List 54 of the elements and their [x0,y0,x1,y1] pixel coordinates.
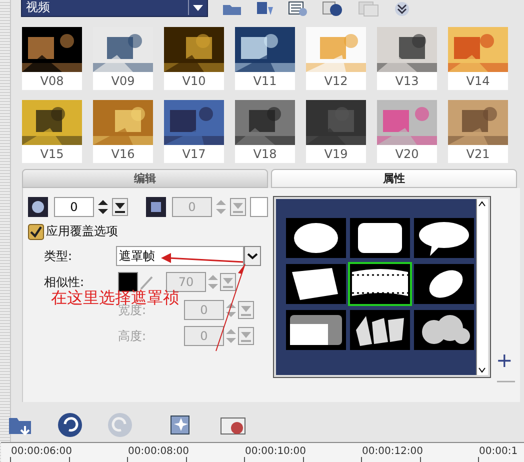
expand-icon[interactable] [394,1,410,17]
clip-label: V10 [164,72,224,90]
timecode-label: 00:00:12:00 [362,446,424,457]
type-select[interactable]: 遮罩帧 [116,246,244,266]
timecode-label: 00:00:1 [479,446,518,457]
shadow-icon[interactable] [146,197,166,217]
clip-label: V15 [22,145,82,163]
border-field[interactable]: 0 [54,197,94,217]
list-view-icon[interactable] [288,1,308,17]
dropdown-icon[interactable] [244,246,261,266]
mask-thumbnail[interactable] [350,310,410,350]
clip-label: V19 [306,145,366,163]
similarity-label: 相似性: [44,274,86,290]
step-down-icon[interactable] [112,198,128,216]
scroll-up-icon[interactable] [477,199,487,209]
color-swatch[interactable] [250,197,268,217]
checkbox[interactable] [28,224,44,240]
clip-label: V11 [235,72,295,90]
zoom-in-button[interactable]: + [496,352,516,368]
type-label: 类型: [44,248,74,264]
timecode-label: 00:00:10:00 [245,446,306,457]
resize-handle[interactable] [0,0,11,462]
scrollbar[interactable] [476,199,488,375]
tab[interactable]: 编辑 [22,169,268,188]
mask-thumbnail[interactable] [414,310,474,350]
mask-thumbnail[interactable] [350,264,410,304]
mask-thumbnail[interactable] [414,218,474,258]
clip-label: V20 [377,145,437,163]
clip-label: V08 [22,72,82,90]
clip-label: V12 [306,72,366,90]
clip-label: V13 [377,72,437,90]
mask-thumbnail[interactable] [414,264,474,304]
folder-icon[interactable] [222,2,242,16]
mask-thumbnail[interactable] [286,310,346,350]
border-icon[interactable] [28,197,48,217]
mask-thumbnail[interactable] [286,218,346,258]
timecode-label: 00:00:08:00 [128,446,190,457]
clip-label: V18 [235,145,295,163]
scroll-down-icon[interactable] [477,365,487,375]
media-type-dropdown[interactable]: 视频 [21,0,208,17]
timecode-label: 00:00:06:00 [11,446,72,457]
mask-thumbnail[interactable] [350,218,410,258]
caret-icon [193,4,203,10]
clip-label: V16 [93,145,153,163]
tab[interactable]: 属性 [271,169,517,188]
clip-label: V21 [448,145,508,163]
clip-label: V09 [93,72,153,90]
height-label: 高度: [118,328,148,344]
clip-label: V17 [164,145,224,163]
spinner-icon[interactable] [96,198,110,216]
overlay-option-label: 应用覆盖选项 [46,223,118,240]
clip-label: V14 [448,72,508,90]
mask-thumbnail[interactable] [286,264,346,304]
undo-icon[interactable] [57,412,83,438]
